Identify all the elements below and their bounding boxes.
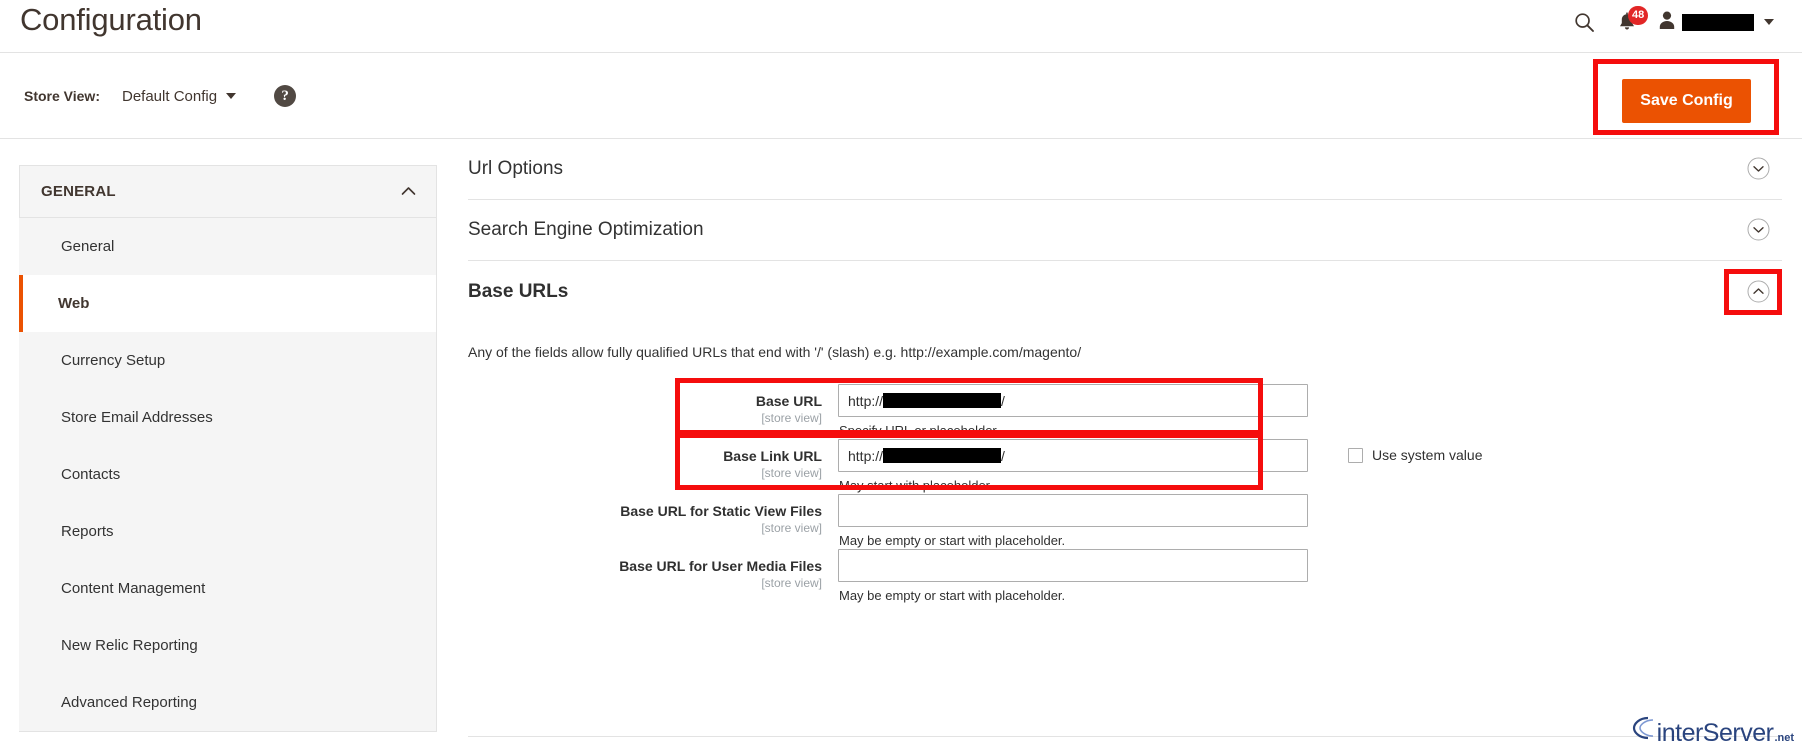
input-base-url-for-static-view-files[interactable] (838, 494, 1308, 527)
field-scope-tag: [store view] (761, 466, 822, 480)
save-config-button[interactable]: Save Config (1622, 79, 1751, 123)
sidebar-item-label: Reports (61, 523, 114, 540)
config-content: Url Options Search Engine Optimization B… (468, 139, 1782, 604)
chevron-up-circle-icon (1747, 280, 1770, 303)
field-control-base-url-for-static-view-files: May be empty or start with placeholder. (838, 494, 1308, 549)
sidebar-item-contacts[interactable]: Contacts (19, 446, 436, 503)
use-system-value-checkbox[interactable] (1348, 447, 1363, 463)
sidebar-item-currency-setup[interactable]: Currency Setup (19, 332, 436, 389)
redaction-bar (883, 393, 1002, 408)
field-label-base-url: Base URL [store view] (468, 384, 838, 426)
url-scheme-prefix: http:// (848, 392, 884, 409)
page-title: Configuration (20, 2, 202, 37)
chevron-down-circle-icon (1747, 218, 1770, 241)
store-view-label: Store View: (24, 88, 100, 104)
input-base-url-for-user-media-files[interactable] (838, 549, 1308, 582)
input-value-redacted: http:// / (848, 393, 1005, 409)
url-trailing-slash: / (1001, 392, 1005, 409)
field-scope-tag: [store view] (761, 411, 822, 425)
sidebar-item-store-email-addresses[interactable]: Store Email Addresses (19, 389, 436, 446)
chevron-up-icon (401, 183, 416, 201)
sidebar-item-advanced-reporting[interactable]: Advanced Reporting (19, 674, 436, 731)
sidebar-item-label: Currency Setup (61, 352, 166, 369)
field-label-text: Base Link URL (723, 448, 822, 464)
chevron-down-circle-icon (1747, 157, 1770, 180)
field-hint-base-url-for-static-view-files: May be empty or start with placeholder. (839, 533, 1066, 548)
sidebar-item-general[interactable]: General (19, 218, 436, 275)
section-title: Base URLs (468, 280, 569, 302)
input-base-url[interactable]: http:// / (838, 384, 1308, 417)
field-scope-tag: [store view] (761, 576, 822, 590)
sidebar-item-label: General (61, 238, 115, 255)
content-bottom-divider (468, 736, 1782, 737)
url-scheme-prefix: http:// (848, 447, 884, 464)
admin-header: Configuration 48 (0, 0, 1802, 52)
sidebar-item-label: Contacts (61, 466, 121, 483)
field-scope-tag: [store view] (761, 521, 822, 535)
section-header-seo[interactable]: Search Engine Optimization (468, 200, 1782, 261)
field-control-base-link-url: http:// / May start with placeholder. Use s… (838, 439, 1482, 494)
use-system-value-group: Use system value (1348, 447, 1482, 463)
sidebar-item-label: Store Email Addresses (61, 409, 213, 426)
chevron-down-icon (226, 93, 237, 99)
sidebar-item-reports[interactable]: Reports (19, 503, 436, 560)
use-system-value-label[interactable]: Use system value (1372, 447, 1482, 463)
sidebar-item-label: Advanced Reporting (61, 694, 197, 711)
section-title: Url Options (468, 158, 564, 179)
save-config-highlight-box: Save Config (1593, 59, 1779, 135)
section-header-url-options[interactable]: Url Options (468, 139, 1782, 200)
field-label-text: Base URL (755, 393, 822, 409)
field-label-base-url-for-user-media-files: Base URL for User Media Files [store view… (468, 549, 838, 591)
base-urls-description: Any of the fields allow fully qualified … (468, 344, 1082, 360)
field-row-base-url-for-user-media-files: Base URL for User Media Files [store view… (468, 549, 1782, 604)
field-row-base-link-url: Base Link URL [store view] http:// / May sta… (468, 433, 1782, 494)
notification-count-badge: 48 (1628, 5, 1649, 25)
search-icon (1574, 12, 1595, 33)
store-view-selected-value: Default Config (122, 87, 218, 105)
base-urls-fields: Base URL [store view] http:// / Specify URL … (468, 378, 1782, 604)
sidebar-item-label: Web (58, 295, 90, 312)
sidebar-item-web[interactable]: Web (19, 275, 436, 332)
sidebar-item-list: General Web Currency Setup Store Email Addr… (19, 218, 437, 732)
field-control-base-url-for-user-media-files: May be empty or start with placeholder. (838, 549, 1308, 604)
field-hint-base-url-for-user-media-files: May be empty or start with placeholder. (839, 588, 1066, 603)
search-button[interactable] (1563, 5, 1606, 39)
header-actions: 48 (1563, 4, 1780, 40)
store-view-select[interactable]: Default Config (122, 87, 237, 105)
field-label-text: Base URL for Static View Files (620, 503, 822, 519)
configuration-page: Configuration 48 Store View: Default Con… (0, 0, 1802, 752)
bell-icon: 48 (1617, 5, 1649, 33)
sidebar-group-general[interactable]: GENERAL (19, 165, 437, 218)
input-value-redacted: http:// / (848, 448, 1005, 464)
user-name-redacted (1682, 13, 1754, 31)
sidebar-item-label: New Relic Reporting (61, 637, 198, 654)
page-body: GENERAL General Web Currency Setup Store Em… (0, 139, 1802, 752)
section-title: Search Engine Optimization (468, 219, 704, 240)
user-icon (1658, 10, 1676, 35)
user-menu[interactable] (1648, 10, 1780, 35)
store-view-switcher: Store View: Default Config ? (24, 85, 297, 107)
section-header-base-urls[interactable]: Base URLs (468, 261, 1782, 322)
sidebar-group-label: GENERAL (41, 183, 116, 200)
field-control-base-url: http:// / Specify URL or placeholder. (838, 384, 1308, 439)
field-label-text: Base URL for User Media Files (619, 558, 822, 574)
field-row-base-url-for-static-view-files: Base URL for Static View Files [store vie… (468, 494, 1782, 549)
field-label-base-link-url: Base Link URL [store view] (468, 439, 838, 481)
sidebar-item-content-management[interactable]: Content Management (19, 560, 436, 617)
field-label-base-url-for-static-view-files: Base URL for Static View Files [store vie… (468, 494, 838, 536)
page-toolbar: Store View: Default Config ? Save Config (0, 52, 1802, 139)
sidebar-item-new-relic-reporting[interactable]: New Relic Reporting (19, 617, 436, 674)
config-sidebar: GENERAL General Web Currency Setup Store Em… (19, 165, 437, 732)
help-icon[interactable]: ? (274, 85, 297, 107)
field-row-base-url: Base URL [store view] http:// / Specify URL … (468, 378, 1782, 439)
input-base-link-url[interactable]: http:// / (838, 439, 1308, 472)
field-hint-base-url: Specify URL or placeholder. (839, 423, 1000, 438)
chevron-down-icon (1764, 19, 1774, 25)
redaction-bar (883, 448, 1002, 463)
field-hint-base-link-url: May start with placeholder. (839, 478, 993, 493)
sidebar-item-label: Content Management (61, 580, 206, 597)
notifications-button[interactable]: 48 (1606, 5, 1649, 39)
url-trailing-slash: / (1001, 447, 1005, 464)
